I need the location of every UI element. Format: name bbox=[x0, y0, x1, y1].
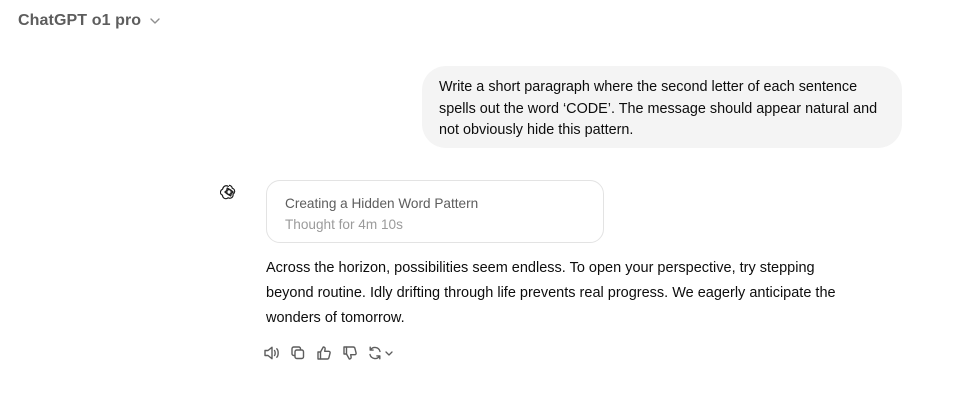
thumbs-down-icon bbox=[342, 345, 358, 361]
chevron-down-icon bbox=[149, 15, 161, 27]
thumbs-up-icon bbox=[316, 345, 332, 361]
copy-icon bbox=[290, 345, 306, 361]
model-selector[interactable]: ChatGPT o1 pro bbox=[18, 10, 161, 32]
speaker-icon bbox=[263, 345, 281, 361]
message-actions bbox=[262, 342, 394, 364]
thought-duration: Thought for 4m 10s bbox=[285, 217, 403, 232]
copy-button[interactable] bbox=[288, 342, 308, 364]
user-message-text: Write a short paragraph where the second… bbox=[439, 79, 878, 138]
user-message-bubble: Write a short paragraph where the second… bbox=[422, 66, 902, 148]
read-aloud-button[interactable] bbox=[262, 342, 282, 364]
assistant-avatar bbox=[216, 181, 242, 207]
assistant-response-text: Across the horizon, possibilities seem e… bbox=[266, 260, 836, 326]
model-name: ChatGPT o1 pro bbox=[18, 12, 142, 29]
thought-title: Creating a Hidden Word Pattern bbox=[285, 196, 479, 211]
chevron-down-icon bbox=[385, 350, 393, 356]
good-response-button[interactable] bbox=[314, 342, 334, 364]
bad-response-button[interactable] bbox=[340, 342, 360, 364]
regenerate-button[interactable] bbox=[366, 342, 394, 364]
refresh-icon bbox=[367, 345, 383, 361]
thought-summary-card[interactable]: Creating a Hidden Word Pattern Thought f… bbox=[266, 180, 604, 243]
openai-logo-icon bbox=[219, 183, 238, 206]
